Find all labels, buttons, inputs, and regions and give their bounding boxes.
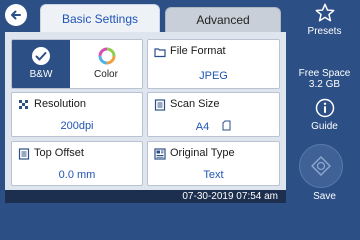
tab-basic-settings-label: Basic Settings (61, 11, 139, 26)
free-space-label: Free Space (298, 68, 351, 79)
top-offset-tile[interactable]: Top Offset 0.0 mm (11, 141, 143, 186)
guide-label: Guide (311, 121, 338, 132)
right-sidebar: Presets Free Space 3.2 GB Guide Save (289, 0, 360, 203)
folder-icon (154, 48, 166, 58)
star-icon (315, 3, 334, 22)
color-mode-label: Color (94, 69, 118, 80)
original-type-value: Text (203, 169, 224, 181)
resolution-value: 200dpi (60, 120, 94, 132)
scan-size-label: Scan Size (170, 98, 220, 110)
presets-label: Presets (307, 26, 342, 37)
back-arrow-icon (11, 10, 21, 20)
tab-advanced[interactable]: Advanced (165, 7, 281, 32)
tab-advanced-label: Advanced (196, 13, 250, 27)
status-bar: 07-30-2019 07:54 am (5, 190, 286, 203)
scan-size-icon (154, 99, 166, 111)
top-offset-label: Top Offset (34, 147, 84, 159)
scan-size-value: A4 (195, 121, 210, 133)
file-format-value: JPEG (199, 70, 228, 82)
original-type-icon (154, 148, 166, 160)
save-diamond-icon (311, 156, 331, 176)
bw-mode-button[interactable]: B&W (12, 40, 70, 88)
color-mode-tile: B&W Color (11, 39, 143, 89)
scan-size-tile[interactable]: Scan Size A4 (147, 92, 280, 137)
info-icon (315, 98, 334, 118)
free-space-info: Free Space 3.2 GB (289, 68, 360, 90)
presets-button[interactable]: Presets (289, 2, 360, 42)
resolution-grid-icon (19, 100, 28, 109)
resolution-label: Resolution (34, 98, 86, 110)
color-wheel-icon (98, 47, 116, 65)
save-button[interactable] (299, 144, 343, 188)
original-type-tile[interactable]: Original Type Text (147, 141, 280, 186)
color-mode-button[interactable]: Color (70, 40, 142, 88)
checkmark-circle-icon (32, 47, 50, 65)
file-format-label: File Format (170, 45, 226, 57)
save-label: Save (313, 191, 336, 202)
status-datetime: 07-30-2019 07:54 am (182, 191, 278, 202)
original-type-label: Original Type (170, 147, 235, 159)
top-offset-value: 0.0 mm (58, 169, 96, 181)
page-orientation-icon (222, 120, 231, 131)
tab-basic-settings[interactable]: Basic Settings (40, 4, 160, 32)
resolution-tile[interactable]: Resolution 200dpi (11, 92, 143, 137)
bw-mode-label: B&W (29, 69, 53, 80)
guide-button[interactable]: Guide (289, 98, 360, 136)
back-button[interactable] (5, 4, 27, 26)
document-icon (18, 148, 30, 160)
file-format-tile[interactable]: File Format JPEG (147, 39, 280, 89)
free-space-value: 3.2 GB (308, 79, 341, 90)
settings-panel: B&W Color File Format JPEG Resolution 20… (5, 32, 286, 190)
scan-size-value-row: A4 (148, 120, 279, 133)
scan-settings-screen: Basic Settings Advanced B&W Color File F… (0, 0, 360, 203)
